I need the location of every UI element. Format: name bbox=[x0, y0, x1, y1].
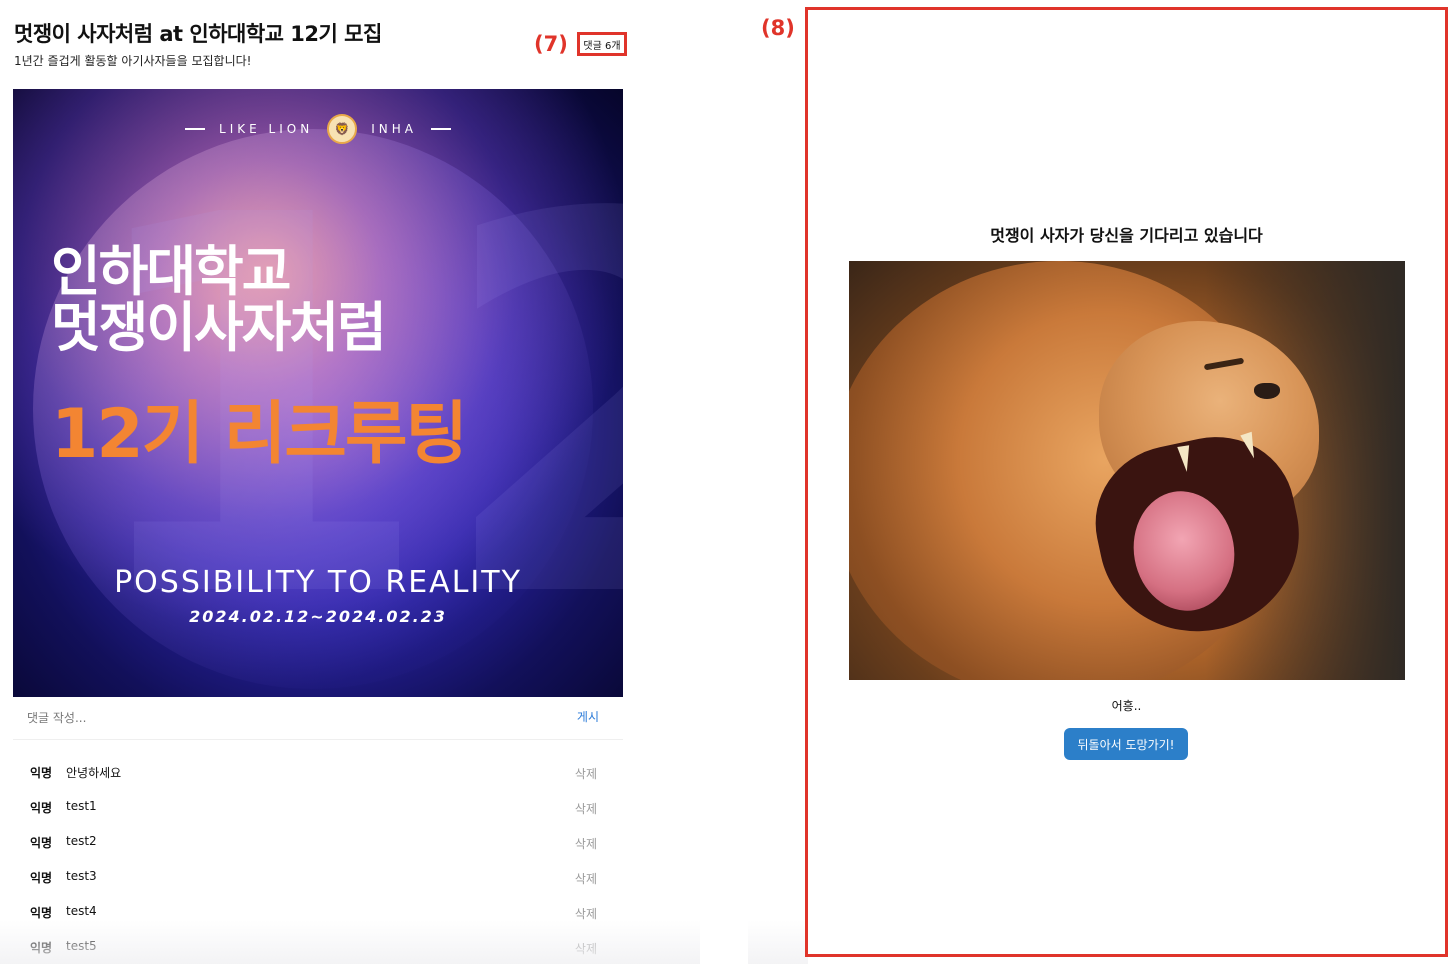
comment-count[interactable]: 댓글 6개 bbox=[577, 32, 627, 56]
comment-text: test2 bbox=[66, 834, 97, 848]
run-away-button[interactable]: 뒤돌아서 도망가기! bbox=[1064, 728, 1188, 760]
annotation-label-8: (8) bbox=[761, 16, 795, 40]
poster-headline-3: 12기 리크루팅 bbox=[51, 395, 468, 474]
recruiting-poster: 12 LIKE LION 🦁 INHA 인하대학교 멋쟁이사자처럼 12기 리크… bbox=[13, 89, 623, 697]
comment-form: 게시 bbox=[13, 700, 623, 740]
comment-item: 익명 test2 삭제 bbox=[13, 824, 623, 859]
post-panel: 멋쟁이 사자처럼 at 인하대학교 12기 모집 1년간 즐겁게 활동할 아기사… bbox=[0, 0, 700, 964]
poster-tagline: POSSIBILITY TO REALITY bbox=[114, 565, 522, 600]
post-comment-button[interactable]: 게시 bbox=[577, 708, 599, 725]
poster-dates: 2024.02.12~2024.02.23 bbox=[189, 607, 447, 626]
comment-text: test1 bbox=[66, 799, 97, 813]
nose bbox=[1254, 383, 1280, 399]
dash-decoration bbox=[430, 128, 451, 130]
comment-author: 익명 bbox=[30, 906, 53, 920]
roaring-lion-image bbox=[849, 261, 1405, 680]
poster-headline-2: 멋쟁이사자처럼 bbox=[51, 296, 387, 359]
comment-author: 익명 bbox=[30, 766, 53, 780]
delete-comment-button[interactable]: 삭제 bbox=[575, 765, 597, 782]
poster-brand-row: LIKE LION 🦁 INHA bbox=[13, 114, 623, 144]
comment-item: 익명 test1 삭제 bbox=[13, 789, 623, 824]
comment-item: 익명 안녕하세요 삭제 bbox=[13, 754, 623, 789]
comment-author: 익명 bbox=[30, 871, 53, 885]
poster-brand-right: INHA bbox=[371, 122, 417, 136]
modal-caption: 어흥.. bbox=[1111, 699, 1142, 713]
bottom-fade-overlay bbox=[748, 920, 808, 964]
delete-comment-button[interactable]: 삭제 bbox=[575, 835, 597, 852]
bottom-fade-overlay bbox=[0, 920, 700, 964]
comment-text: 안녕하세요 bbox=[66, 766, 122, 780]
delete-comment-button[interactable]: 삭제 bbox=[575, 870, 597, 887]
annotation-label-7: (7) bbox=[534, 32, 568, 56]
comment-author: 익명 bbox=[30, 801, 53, 815]
comment-author: 익명 bbox=[30, 836, 53, 850]
comment-item: 익명 test3 삭제 bbox=[13, 859, 623, 894]
modal-title: 멋쟁이 사자가 당신을 기다리고 있습니다 bbox=[990, 226, 1263, 245]
lion-logo-icon: 🦁 bbox=[327, 114, 358, 144]
comment-text: test3 bbox=[66, 869, 97, 883]
post-title: 멋쟁이 사자처럼 at 인하대학교 12기 모집 bbox=[14, 22, 382, 46]
comment-input[interactable] bbox=[13, 706, 547, 730]
poster-brand-left: LIKE LION bbox=[219, 122, 314, 136]
delete-comment-button[interactable]: 삭제 bbox=[575, 800, 597, 817]
lion-modal: 멋쟁이 사자가 당신을 기다리고 있습니다 어흥.. 뒤돌아서 도망가기! bbox=[805, 7, 1448, 957]
comment-text: test4 bbox=[66, 904, 97, 918]
post-subtitle: 1년간 즐겁게 활동할 아기사자들을 모집합니다! bbox=[14, 54, 252, 68]
dash-decoration bbox=[185, 128, 206, 130]
poster-headline-1: 인하대학교 bbox=[51, 240, 291, 303]
